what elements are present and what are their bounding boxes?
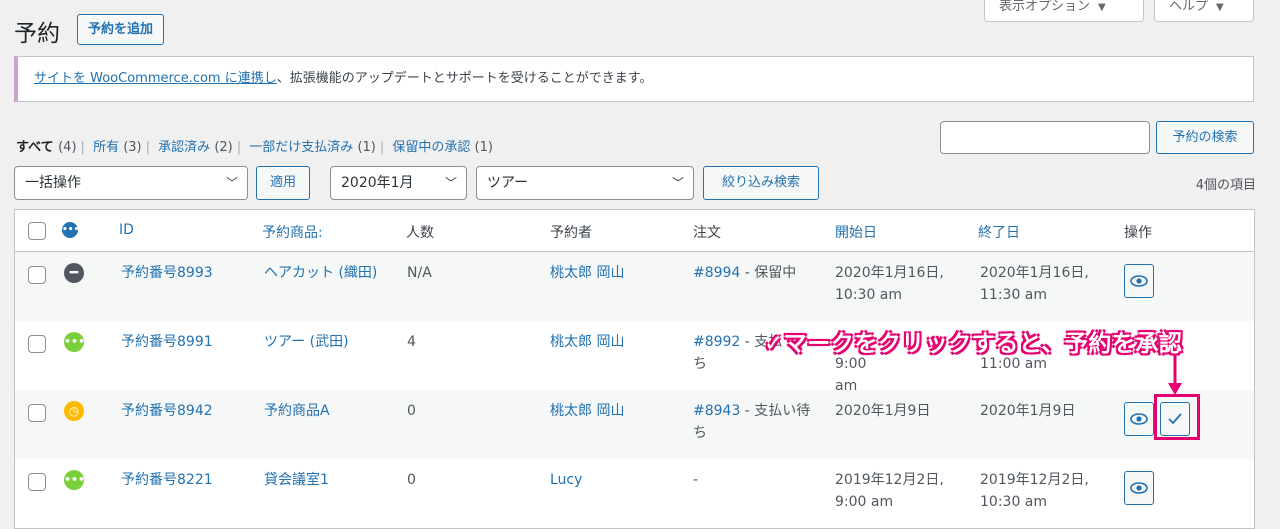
screen-options-label: 表示オプション	[999, 0, 1091, 14]
start-date: 2019年12月2日, 9:00 am	[835, 472, 944, 510]
booking-search-input[interactable]	[940, 121, 1150, 154]
select-all-checkbox[interactable]	[28, 222, 46, 240]
view-partially-paid[interactable]: 一部だけ支払済み (1)	[249, 140, 376, 155]
table-row: ◷ 予約番号8942 予約商品A 0 桃太郎 岡山 #8943 - 支払い待ち …	[15, 390, 1254, 459]
item-count: 4個の項目	[1195, 178, 1256, 193]
start-date: 2020年1月16日, 10:30 am	[835, 265, 944, 303]
column-customer: 予約者	[550, 225, 592, 241]
booking-id-link[interactable]: 予約番号8991	[121, 331, 213, 353]
customer-link[interactable]: Lucy	[550, 469, 582, 491]
persons-value: 0	[407, 403, 416, 419]
start-date: 2020年1月9日	[835, 403, 931, 419]
order-link[interactable]: #8994	[693, 265, 740, 281]
booking-id-link[interactable]: 予約番号8993	[121, 262, 213, 284]
chevron-down-icon: ﹀	[671, 176, 684, 190]
pending-clock-icon: ◷	[64, 401, 84, 421]
row-checkbox[interactable]	[28, 404, 46, 422]
bulk-action-select[interactable]: 一括操作 ﹀	[14, 166, 248, 200]
product-link[interactable]: ツアー (武田)	[264, 331, 349, 353]
annotation-callout: ✓マークをクリックすると、予約を承認	[764, 331, 1183, 357]
booking-id-link[interactable]: 予約番号8221	[121, 469, 213, 491]
persons-value: 4	[407, 334, 416, 350]
month-filter-select[interactable]: 2020年1月 ﹀	[330, 166, 467, 200]
add-booking-button[interactable]: 予約を追加	[77, 14, 165, 45]
row-checkbox[interactable]	[28, 266, 46, 284]
end-date: 2019年12月2日, 10:30 am	[980, 472, 1089, 510]
notice-text: 、拡張機能のアップデートとサポートを受けることができます。	[276, 71, 653, 86]
end-date: 2020年1月16日, 11:30 am	[980, 265, 1089, 303]
column-product[interactable]: 予約商品:	[262, 222, 323, 242]
view-owned[interactable]: 所有 (3)	[93, 140, 142, 155]
customer-link[interactable]: 桃太郎 岡山	[550, 400, 624, 422]
view-booking-button[interactable]	[1124, 471, 1154, 505]
help-button[interactable]: ヘルプ ▼	[1154, 0, 1254, 22]
confirmed-icon: •••	[64, 332, 85, 352]
table-row: ━ 予約番号8993 ヘアカット (織田) N/A 桃太郎 岡山 #8994 -…	[15, 252, 1254, 321]
eye-icon	[1130, 413, 1148, 425]
order-cell: #8994 - 保留中	[693, 265, 797, 281]
column-start-date[interactable]: 開始日	[835, 222, 877, 242]
column-actions: 操作	[1124, 225, 1152, 241]
order-link[interactable]: #8943	[693, 403, 740, 419]
view-pending-confirmation[interactable]: 保留中の承認 (1)	[392, 140, 493, 155]
order-cell: #8943 - 支払い待ち	[693, 403, 811, 441]
cancelled-icon: ━	[64, 263, 84, 283]
customer-link[interactable]: 桃太郎 岡山	[550, 331, 624, 353]
chevron-down-icon: ﹀	[444, 176, 457, 190]
product-link[interactable]: ヘアカット (織田)	[264, 262, 377, 284]
view-confirmed[interactable]: 承認済み (2)	[158, 140, 233, 155]
table-row: ••• 予約番号8221 貸会議室1 0 Lucy - 2019年12月2日, 9…	[15, 459, 1254, 528]
woocommerce-connect-notice: サイトを WooCommerce.com に連携し、拡張機能のアップデートとサポ…	[14, 56, 1254, 102]
column-order: 注文	[693, 225, 721, 241]
column-id[interactable]: ID	[119, 222, 134, 238]
product-filter-select[interactable]: ツアー ﹀	[476, 166, 694, 200]
row-checkbox[interactable]	[28, 335, 46, 353]
chevron-down-icon: ﹀	[225, 176, 238, 190]
column-persons: 人数	[406, 225, 434, 241]
persons-value: N/A	[407, 265, 432, 281]
filter-button[interactable]: 絞り込み検索	[703, 166, 819, 200]
persons-value: 0	[407, 472, 416, 488]
confirmed-icon: •••	[64, 470, 85, 490]
customer-link[interactable]: 桃太郎 岡山	[550, 262, 624, 284]
view-booking-button[interactable]	[1124, 402, 1154, 436]
screen-options-button[interactable]: 表示オプション ▼	[984, 0, 1144, 22]
caret-down-icon: ▼	[1098, 2, 1106, 13]
view-booking-button[interactable]	[1124, 264, 1154, 298]
order-link[interactable]: #8992	[693, 334, 740, 350]
eye-icon	[1130, 275, 1148, 287]
column-end-date[interactable]: 終了日	[978, 222, 1020, 242]
end-date: 2020年1月9日	[980, 403, 1076, 419]
search-bookings-button[interactable]: 予約の検索	[1156, 121, 1254, 154]
status-views: すべて (4) | 所有 (3) | 承認済み (2) | 一部だけ支払済み (1) |…	[16, 140, 493, 155]
view-all[interactable]: すべて (4)	[16, 140, 77, 155]
booking-id-link[interactable]: 予約番号8942	[121, 400, 213, 422]
help-label: ヘルプ	[1169, 0, 1209, 14]
table-header: ••• ID 予約商品: 人数 予約者 注文 開始日 終了日 操作	[15, 210, 1254, 252]
caret-down-icon: ▼	[1216, 2, 1224, 13]
product-link[interactable]: 貸会議室1	[264, 469, 329, 491]
apply-button[interactable]: 適用	[256, 166, 310, 200]
order-cell: -	[693, 472, 699, 488]
product-link[interactable]: 予約商品A	[264, 400, 330, 422]
annotation-highlight-box	[1154, 394, 1200, 440]
status-column-icon[interactable]: •••	[62, 222, 79, 238]
row-checkbox[interactable]	[28, 473, 46, 491]
page-title: 予約	[14, 21, 60, 47]
annotation-arrow-icon	[1168, 355, 1182, 395]
eye-icon	[1130, 482, 1148, 494]
connect-link[interactable]: サイトを WooCommerce.com に連携し	[34, 71, 277, 86]
bookings-table: ••• ID 予約商品: 人数 予約者 注文 開始日 終了日 操作 ━ 予約番号…	[14, 209, 1255, 529]
